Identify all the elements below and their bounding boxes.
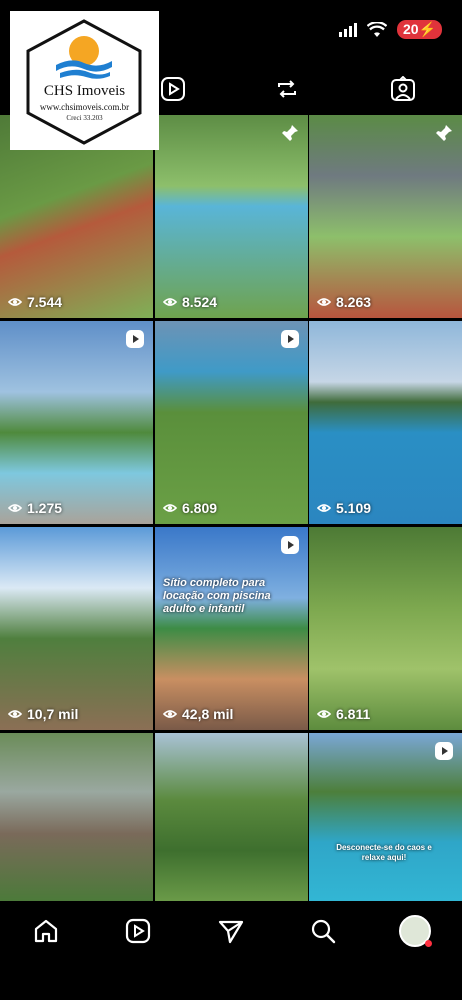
brand-name: CHS Imoveis [43,83,126,99]
nav-search[interactable] [306,914,340,948]
nav-home[interactable] [29,914,63,948]
home-icon [34,919,58,943]
grid-post[interactable] [155,733,308,901]
brand-url: www.chsimoveis.com.br [39,102,130,112]
search-icon [311,919,336,944]
view-count: 7.544 [8,294,62,310]
pin-icon [280,123,300,143]
battery-badge: 20⚡ [396,20,442,39]
eye-icon [8,707,22,721]
notification-dot [425,940,432,947]
view-count: 8.263 [317,294,371,310]
view-count-text: 5.109 [336,500,372,516]
tab-reposts[interactable] [271,73,303,105]
reel-icon [125,329,145,349]
posts-grid: 7.544 8.524 8.263 1.275 6.809 5.109 10,7 mil Sí… [0,115,462,901]
view-count-text: 8.263 [336,294,372,310]
post-caption: Desconecte-se do caos e relaxe aqui! [336,843,432,862]
eye-icon [163,295,177,309]
view-count-text: 6.809 [182,500,218,516]
view-count: 6.809 [163,500,217,516]
view-count-text: 6.811 [336,706,371,722]
reel-icon [280,329,300,349]
reels-icon [161,77,185,101]
repost-icon [278,80,296,98]
tagged-icon [391,76,415,101]
bottom-navigation [0,902,462,1000]
send-icon [218,920,244,944]
grid-post[interactable]: Desconecte-se do caos e relaxe aqui! [309,733,462,901]
view-count: 8.524 [163,294,217,310]
view-count-text: 7.544 [27,294,63,310]
nav-messages[interactable] [214,914,248,948]
grid-post[interactable]: 8.524 [155,115,308,318]
reels-icon [125,918,151,944]
logo-hexagon [26,19,142,145]
signal-icon [338,22,357,37]
reel-icon [434,741,454,761]
eye-icon [317,501,331,515]
grid-post[interactable]: 8.263 [309,115,462,318]
grid-post[interactable]: 10,7 mil [0,527,153,730]
brand-creci: Creci 33.203 [66,114,103,122]
eye-icon [8,501,22,515]
grid-post[interactable]: 6.809 [155,321,308,524]
pin-icon [434,123,454,143]
tab-reels[interactable] [157,73,189,105]
view-count: 42,8 mil [163,706,233,722]
grid-post[interactable]: 1.275 [0,321,153,524]
eye-icon [8,295,22,309]
eye-icon [163,707,177,721]
view-count: 5.109 [317,500,371,516]
view-count-text: 10,7 mil [27,706,79,722]
view-count-text: 42,8 mil [182,706,234,722]
view-count: 1.275 [8,500,62,516]
brand-logo: CHS Imoveis www.chsimoveis.com.br Creci … [10,11,159,150]
eye-icon [317,707,331,721]
grid-post[interactable]: 6.811 [309,527,462,730]
nav-reels[interactable] [121,914,155,948]
grid-post[interactable]: 5.109 [309,321,462,524]
wifi-icon [366,21,387,37]
grid-post[interactable]: Sítio completo para locação com piscina … [155,527,308,730]
nav-profile[interactable] [398,914,432,948]
reel-icon [280,535,300,555]
view-count: 10,7 mil [8,706,78,722]
battery-level: 20 [402,21,419,37]
eye-icon [163,501,177,515]
eye-icon [317,295,331,309]
view-count-text: 8.524 [182,294,218,310]
tab-tagged[interactable] [387,73,419,105]
view-count: 6.811 [317,706,370,722]
grid-post[interactable] [0,733,153,901]
post-caption: Sítio completo para locação com piscina … [163,577,271,615]
view-count-text: 1.275 [27,500,63,516]
